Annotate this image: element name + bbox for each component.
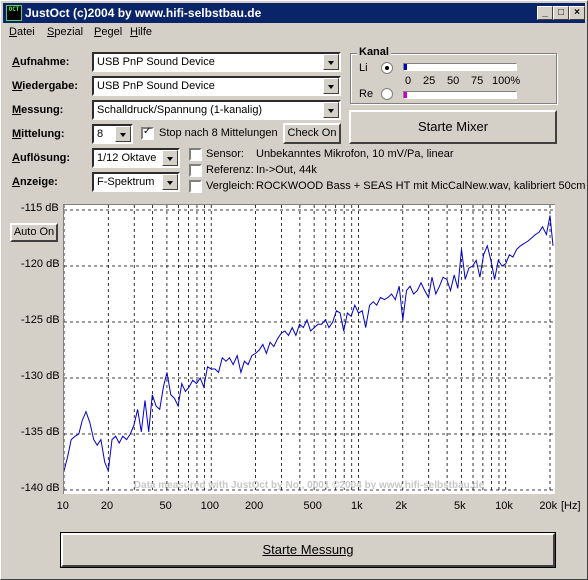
frequency-response-chart: Data measured with JustOct by No , 0001 …: [64, 205, 554, 493]
chevron-down-icon[interactable]: [323, 78, 339, 94]
x-tick-label: 100: [200, 500, 219, 512]
kanal-title: Kanal: [357, 46, 391, 58]
menu-bar: Datei Spezial Pegel Hilfe: [3, 24, 585, 42]
sensor-value: Unbekanntes Mikrofon, 10 mV/Pa, linear: [256, 148, 454, 160]
kanal-scale-100: 100%: [492, 75, 521, 87]
aufloesung-label: Auflösung:: [12, 152, 71, 164]
chart-area: Data measured with JustOct by No , 0001 …: [63, 204, 555, 494]
kanal-scale-25: 25: [423, 75, 436, 87]
stop-label: Stop nach 8 Mittelungen: [159, 127, 278, 139]
vergleich-label: Vergleich:: [206, 180, 255, 192]
series-line: [64, 215, 554, 472]
wiedergabe-label: Wiedergabe:: [12, 80, 78, 92]
y-tick-label: -125 dB: [21, 314, 60, 326]
x-tick-label: 20: [100, 500, 114, 512]
anzeige-label: Anzeige:: [12, 176, 58, 188]
check-on-button[interactable]: Check On: [283, 123, 341, 144]
starte-messung-label: Starte Messung: [262, 542, 354, 557]
aufloesung-select[interactable]: 1/12 Oktave: [92, 148, 180, 168]
aufloesung-value: 1/12 Oktave: [97, 152, 157, 164]
x-tick-label: 200: [244, 500, 264, 512]
window-title: JustOct (c)2004 by www.hifi-selbstbau.de: [25, 6, 262, 20]
title-bar[interactable]: OCT JustOct (c)2004 by www.hifi-selbstba…: [3, 3, 585, 23]
aufnahme-label: Aufnahme:: [12, 56, 70, 68]
referenz-label: Referenz:: [206, 164, 254, 176]
auto-on-button[interactable]: Auto On: [10, 223, 58, 242]
menu-datei[interactable]: Datei: [9, 26, 35, 38]
kanal-re-label: Re: [359, 88, 374, 100]
aufnahme-value: USB PnP Sound Device: [97, 56, 215, 68]
chevron-down-icon[interactable]: [323, 102, 339, 118]
mittelung-label: Mittelung:: [12, 128, 65, 140]
vergleich-checkbox[interactable]: [189, 180, 202, 193]
close-button[interactable]: ×: [569, 6, 585, 20]
chevron-down-icon[interactable]: [162, 174, 178, 190]
x-tick-label: 10k: [495, 500, 513, 512]
kanal-li-meter: [403, 63, 517, 71]
sensor-checkbox[interactable]: [189, 148, 202, 161]
x-tick-label: 20k: [539, 500, 558, 512]
y-tick-label: -120 dB: [21, 258, 60, 270]
menu-spezial[interactable]: Spezial: [47, 26, 83, 38]
mittelung-select[interactable]: 8: [92, 124, 133, 144]
kanal-li-label: Li: [359, 62, 368, 74]
stop-checkbox[interactable]: [141, 126, 154, 140]
chevron-down-icon[interactable]: [323, 54, 339, 70]
vergleich-value: ROCKWOOD Bass + SEAS HT mit MicCalNew.wa…: [256, 180, 586, 192]
x-tick-label: 5k: [453, 500, 466, 512]
kanal-li-level: [404, 64, 407, 70]
y-tick-label: -115 dB: [21, 202, 59, 214]
x-tick-label: 500: [303, 500, 322, 512]
x-tick-label: 50: [159, 500, 172, 512]
kanal-re-level: [404, 92, 407, 98]
app-icon: OCT: [6, 5, 22, 21]
y-tick-label: -135 dB: [21, 426, 60, 438]
menu-hilfe[interactable]: Hilfe: [130, 26, 152, 38]
starte-mixer-button[interactable]: Starte Mixer: [349, 110, 557, 144]
aufnahme-select[interactable]: USB PnP Sound Device: [92, 52, 341, 72]
minimize-button[interactable]: _: [537, 6, 553, 20]
anzeige-value: F-Spektrum: [97, 176, 155, 188]
starte-messung-button[interactable]: Starte Messung: [60, 532, 556, 568]
anzeige-select[interactable]: F-Spektrum: [92, 172, 180, 192]
kanal-li-radio[interactable]: [381, 62, 393, 74]
chevron-down-icon[interactable]: [162, 150, 178, 166]
wiedergabe-value: USB PnP Sound Device: [97, 80, 215, 92]
kanal-re-radio[interactable]: [381, 88, 393, 100]
kanal-scale-75: 75: [471, 75, 484, 87]
kanal-scale-0: 0: [405, 75, 412, 87]
referenz-checkbox[interactable]: [189, 164, 202, 177]
kanal-scale-50: 50: [447, 75, 460, 87]
app-window: OCT JustOct (c)2004 by www.hifi-selbstba…: [0, 0, 588, 580]
sensor-label: Sensor:: [206, 148, 244, 160]
kanal-re-meter: [403, 91, 517, 99]
x-tick-label: 2k: [395, 500, 407, 512]
x-tick-label: 10: [56, 500, 69, 512]
x-tick-label: 1k: [351, 500, 363, 512]
maximize-button[interactable]: □: [553, 6, 569, 20]
chart-watermark: Data measured with JustOct by No , 0001 …: [134, 480, 485, 491]
messung-label: Messung:: [12, 104, 64, 116]
chevron-down-icon[interactable]: [115, 126, 131, 142]
messung-select[interactable]: Schalldruck/Spannung (1-kanalig): [92, 100, 341, 120]
mittelung-value: 8: [97, 128, 104, 140]
messung-value: Schalldruck/Spannung (1-kanalig): [97, 104, 263, 116]
x-unit-label: [Hz]: [561, 500, 581, 512]
wiedergabe-select[interactable]: USB PnP Sound Device: [92, 76, 341, 96]
y-tick-label: -130 dB: [21, 370, 60, 382]
menu-pegel[interactable]: Pegel: [94, 26, 122, 38]
referenz-value: In->Out, 44k: [256, 164, 317, 176]
y-tick-label: -140 dB: [21, 482, 60, 494]
